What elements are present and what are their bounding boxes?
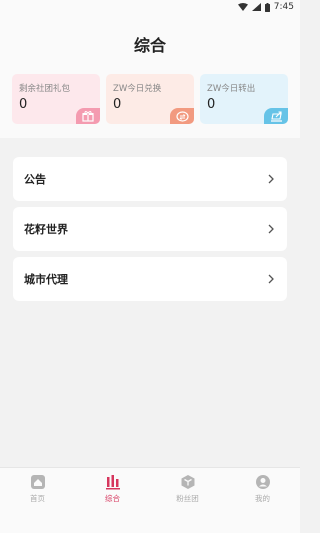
tab-fan-club[interactable]: 粉丝团 [150, 468, 225, 533]
stats-row: 剩余社团礼包 0 ZW今日兑换 0 ZW今日转出 0 [0, 74, 300, 138]
menu-item-label: 花籽世界 [24, 223, 68, 236]
tab-profile[interactable]: 我的 [225, 468, 300, 533]
wifi-icon [237, 3, 248, 11]
cellular-signal-icon [251, 3, 261, 11]
tab-overview[interactable]: 综合 [75, 468, 150, 533]
menu-item-flower-seed-world[interactable]: 花籽世界 [13, 207, 287, 251]
stat-card-today-exchange[interactable]: ZW今日兑换 0 [106, 74, 194, 124]
gift-icon [76, 108, 100, 124]
stat-label: ZW今日兑换 [113, 84, 162, 94]
battery-icon [264, 2, 270, 12]
exchange-icon [170, 108, 194, 124]
stat-label: ZW今日转出 [207, 84, 256, 94]
stat-card-today-transfer-out[interactable]: ZW今日转出 0 [200, 74, 288, 124]
bottom-tab-bar: 首页 综合 粉丝团 我的 [0, 467, 300, 533]
home-icon [30, 475, 45, 489]
chart-icon [105, 475, 120, 490]
person-icon [255, 475, 270, 489]
stat-card-gift-packs[interactable]: 剩余社团礼包 0 [12, 74, 100, 124]
menu-item-announcements[interactable]: 公告 [13, 157, 287, 201]
tab-label: 粉丝团 [176, 494, 199, 503]
tab-label: 综合 [105, 494, 120, 503]
menu-item-label: 城市代理 [24, 273, 68, 286]
menu-item-city-agent[interactable]: 城市代理 [13, 257, 287, 301]
transfer-out-icon [264, 108, 288, 124]
chevron-right-icon [268, 174, 274, 184]
cube-icon [181, 475, 194, 489]
status-time: 7:45 [273, 2, 294, 12]
tab-label: 我的 [255, 494, 270, 503]
tab-label: 首页 [30, 494, 45, 503]
stat-label: 剩余社团礼包 [19, 84, 71, 94]
chevron-right-icon [268, 274, 274, 284]
menu-list: 公告 花籽世界 城市代理 [0, 138, 300, 301]
page-header: 综合 [0, 14, 300, 74]
tab-home[interactable]: 首页 [0, 468, 75, 533]
status-bar: 7:45 [0, 0, 300, 14]
menu-item-label: 公告 [24, 173, 46, 186]
page-title: 综合 [133, 36, 166, 55]
chevron-right-icon [268, 224, 274, 234]
